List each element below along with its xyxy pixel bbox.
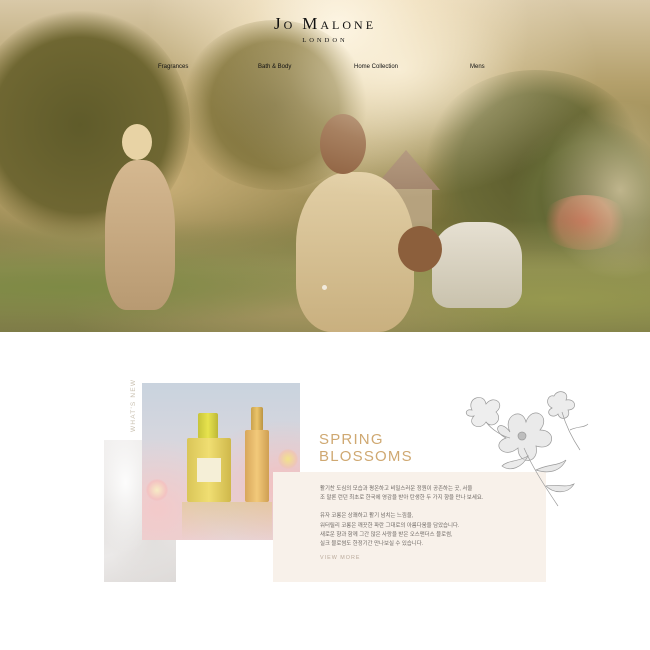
logo-m-rest: ALONE bbox=[320, 18, 377, 32]
bottle-label bbox=[197, 458, 221, 482]
description-line: 새로운 향과 함께 그간 많은 사랑을 받은 오스맨더스 블로썸, bbox=[320, 531, 453, 538]
logo-jo-rest: O bbox=[283, 18, 296, 32]
feature-headline: SPRING BLOSSOMS bbox=[319, 431, 469, 465]
main-nav: Fragrances Bath & Body Home Collection M… bbox=[0, 64, 650, 76]
section-label: WHAT'S NEW bbox=[130, 378, 137, 432]
hero-banner[interactable] bbox=[0, 0, 650, 332]
logo-wordmark: JO MALONE bbox=[0, 14, 650, 34]
logo-m: M bbox=[302, 14, 321, 33]
bottle-cap bbox=[198, 413, 218, 439]
logo-jo: J bbox=[273, 14, 284, 33]
headline-line-1: SPRING bbox=[319, 431, 384, 448]
hero-model-head bbox=[398, 226, 442, 272]
nav-item-bath-body[interactable]: Bath & Body bbox=[258, 64, 291, 70]
travel-bottle bbox=[245, 430, 269, 502]
description-line: 실크 블로썸도 한정기간 만나보실 수 있습니다. bbox=[320, 541, 424, 548]
hero-model bbox=[432, 222, 522, 308]
brand-logo[interactable]: JO MALONE LONDON bbox=[0, 14, 650, 44]
view-more-link[interactable]: VIEW MORE bbox=[320, 555, 360, 561]
blossom bbox=[278, 449, 298, 469]
hero-model bbox=[105, 160, 175, 310]
headline-line-2: BLOSSOMS bbox=[319, 448, 413, 465]
hero-model-head bbox=[122, 124, 152, 160]
bottle-reflection bbox=[182, 502, 272, 540]
bottle-cap bbox=[251, 407, 263, 431]
slider-dot-icon[interactable] bbox=[322, 285, 327, 290]
flower-illustration-icon bbox=[465, 391, 589, 507]
nav-item-fragrances[interactable]: Fragrances bbox=[158, 64, 188, 70]
nav-item-mens[interactable]: Mens bbox=[470, 64, 485, 70]
logo-subline: LONDON bbox=[302, 37, 348, 44]
blossom bbox=[146, 479, 168, 501]
description-line: 워터릴리 코롱은 깨끗한 파란 그대로의 아름다움을 담았습니다. bbox=[320, 522, 460, 529]
nav-item-home-collection[interactable]: Home Collection bbox=[354, 64, 398, 70]
